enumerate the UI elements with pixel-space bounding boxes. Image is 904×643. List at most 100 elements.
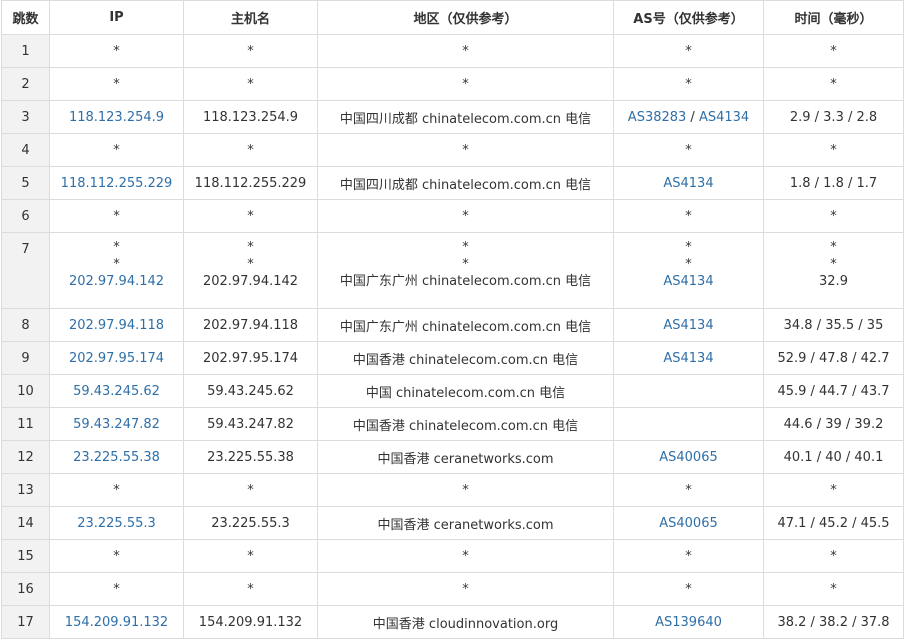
- table-row: 17 154.209.91.132 154.209.91.132 中国香港 cloud…: [1, 605, 904, 639]
- ip-link[interactable]: 59.43.245.62: [54, 384, 179, 399]
- ip-link[interactable]: 202.97.94.118: [54, 318, 179, 333]
- hop-number: 6: [1, 199, 50, 233]
- as-link[interactable]: AS4134: [618, 273, 759, 290]
- hostname-text: 23.225.55.38: [207, 449, 294, 465]
- timeout-marker: *: [247, 208, 254, 224]
- timeout-marker: *: [247, 240, 254, 255]
- time-text: 32.9: [819, 274, 848, 289]
- ip-link[interactable]: 202.97.94.142: [54, 273, 179, 290]
- header-region: 地区（仅供参考）: [317, 0, 614, 35]
- region-cell: 中国广东广州 chinatelecom.com.cn 电信: [317, 308, 614, 342]
- as-link[interactable]: AS4134: [618, 351, 759, 366]
- hop-number: 10: [1, 374, 50, 408]
- ip-link[interactable]: 118.123.254.9: [54, 110, 179, 125]
- hostname-cell: *: [183, 34, 318, 68]
- as-link[interactable]: AS4134: [699, 110, 749, 125]
- region-text: 中国香港 ceranetworks.com: [377, 451, 554, 467]
- ip-cell: 23.225.55.38: [49, 440, 184, 474]
- time-cell: *: [763, 133, 904, 167]
- time-cell: 38.2 / 38.2 / 37.8: [763, 605, 904, 639]
- table-row: 5 118.112.255.229 118.112.255.229 中国四川成都 ch…: [1, 166, 904, 200]
- as-cell: *: [613, 539, 764, 573]
- traceroute-table: 跳数 IP 主机名 地区（仅供参考） AS号（仅供参考） 时间（毫秒） 1 * * *…: [1, 0, 904, 639]
- ip-cell: *: [49, 473, 184, 507]
- hop-number: 13: [1, 473, 50, 507]
- hostname-text: 59.43.247.82: [207, 416, 294, 432]
- region-cell: *: [317, 67, 614, 101]
- time-cell: 34.8 / 35.5 / 35: [763, 308, 904, 342]
- ip-cell: 59.43.247.82: [49, 407, 184, 441]
- as-link[interactable]: AS4134: [618, 176, 759, 191]
- time-text: 44.6 / 39 / 39.2: [783, 416, 884, 432]
- timeout-marker: *: [247, 548, 254, 564]
- as-cell: AS38283 / AS4134: [613, 100, 764, 134]
- ip-link[interactable]: 202.97.95.174: [54, 351, 179, 366]
- as-cell: *: [613, 199, 764, 233]
- ip-link[interactable]: 23.225.55.38: [54, 450, 179, 465]
- time-cell: 52.9 / 47.8 / 42.7: [763, 341, 904, 375]
- ip-cell: 202.97.95.174: [49, 341, 184, 375]
- as-link[interactable]: AS40065: [618, 516, 759, 531]
- ip-cell: *: [49, 67, 184, 101]
- timeout-marker: *: [113, 257, 120, 272]
- ip-cell: 59.43.245.62: [49, 374, 184, 408]
- timeout-marker: *: [462, 482, 469, 498]
- table-row: 4 * * * * *: [1, 133, 904, 167]
- time-cell: 40.1 / 40 / 40.1: [763, 440, 904, 474]
- table-row: 7 * * 202.97.94.142 * * 202.97.94.142 * * 中国广东广州 …: [1, 232, 904, 309]
- hostname-text: 118.123.254.9: [202, 109, 299, 125]
- ip-cell: *: [49, 199, 184, 233]
- header-row: 跳数 IP 主机名 地区（仅供参考） AS号（仅供参考） 时间（毫秒）: [1, 0, 904, 35]
- as-cell: AS40065: [613, 506, 764, 540]
- timeout-marker: *: [247, 142, 254, 158]
- timeout-marker: *: [685, 76, 692, 92]
- as-link[interactable]: AS4134: [618, 318, 759, 333]
- hostname-cell: 202.97.95.174: [183, 341, 318, 375]
- table-row: 6 * * * * *: [1, 199, 904, 233]
- timeout-marker: *: [247, 43, 254, 59]
- as-cell: *: [613, 473, 764, 507]
- hostname-cell: 59.43.245.62: [183, 374, 318, 408]
- table-row: 10 59.43.245.62 59.43.245.62 中国 chinateleco…: [1, 374, 904, 408]
- hostname-text: 154.209.91.132: [198, 614, 303, 630]
- ip-cell: *: [49, 539, 184, 573]
- timeout-marker: *: [113, 548, 120, 564]
- hostname-cell: 23.225.55.38: [183, 440, 318, 474]
- hostname-text: 118.112.255.229: [194, 175, 307, 191]
- region-cell: 中国香港 ceranetworks.com: [317, 440, 614, 474]
- as-link[interactable]: AS38283: [628, 110, 687, 125]
- region-cell: 中国香港 cloudinnovation.org: [317, 605, 614, 639]
- timeout-marker: *: [113, 581, 120, 597]
- timeout-marker: *: [830, 142, 837, 158]
- ip-link[interactable]: 118.112.255.229: [54, 176, 179, 191]
- timeout-marker: *: [462, 142, 469, 158]
- time-cell: 45.9 / 44.7 / 43.7: [763, 374, 904, 408]
- timeout-marker: *: [462, 257, 469, 272]
- ip-cell: * * 202.97.94.142: [49, 232, 184, 309]
- timeout-marker: *: [462, 208, 469, 224]
- ip-link[interactable]: 23.225.55.3: [54, 516, 179, 531]
- region-text: 中国四川成都 chinatelecom.com.cn 电信: [339, 111, 592, 127]
- time-cell: *: [763, 473, 904, 507]
- as-link[interactable]: AS139640: [618, 615, 759, 630]
- hop-number: 9: [1, 341, 50, 375]
- ip-link[interactable]: 154.209.91.132: [54, 615, 179, 630]
- region-cell: *: [317, 473, 614, 507]
- region-cell: *: [317, 133, 614, 167]
- time-cell: 1.8 / 1.8 / 1.7: [763, 166, 904, 200]
- timeout-marker: *: [685, 581, 692, 597]
- hop-number: 15: [1, 539, 50, 573]
- as-cell: *: [613, 572, 764, 606]
- timeout-marker: *: [685, 257, 692, 272]
- hop-number: 7: [1, 232, 50, 309]
- table-row: 2 * * * * *: [1, 67, 904, 101]
- ip-cell: *: [49, 133, 184, 167]
- hostname-cell: *: [183, 539, 318, 573]
- ip-link[interactable]: 59.43.247.82: [54, 417, 179, 432]
- as-link[interactable]: AS40065: [618, 450, 759, 465]
- table-row: 9 202.97.95.174 202.97.95.174 中国香港 chinatel…: [1, 341, 904, 375]
- timeout-marker: *: [113, 240, 120, 255]
- time-cell: 44.6 / 39 / 39.2: [763, 407, 904, 441]
- hop-number: 2: [1, 67, 50, 101]
- as-cell: *: [613, 67, 764, 101]
